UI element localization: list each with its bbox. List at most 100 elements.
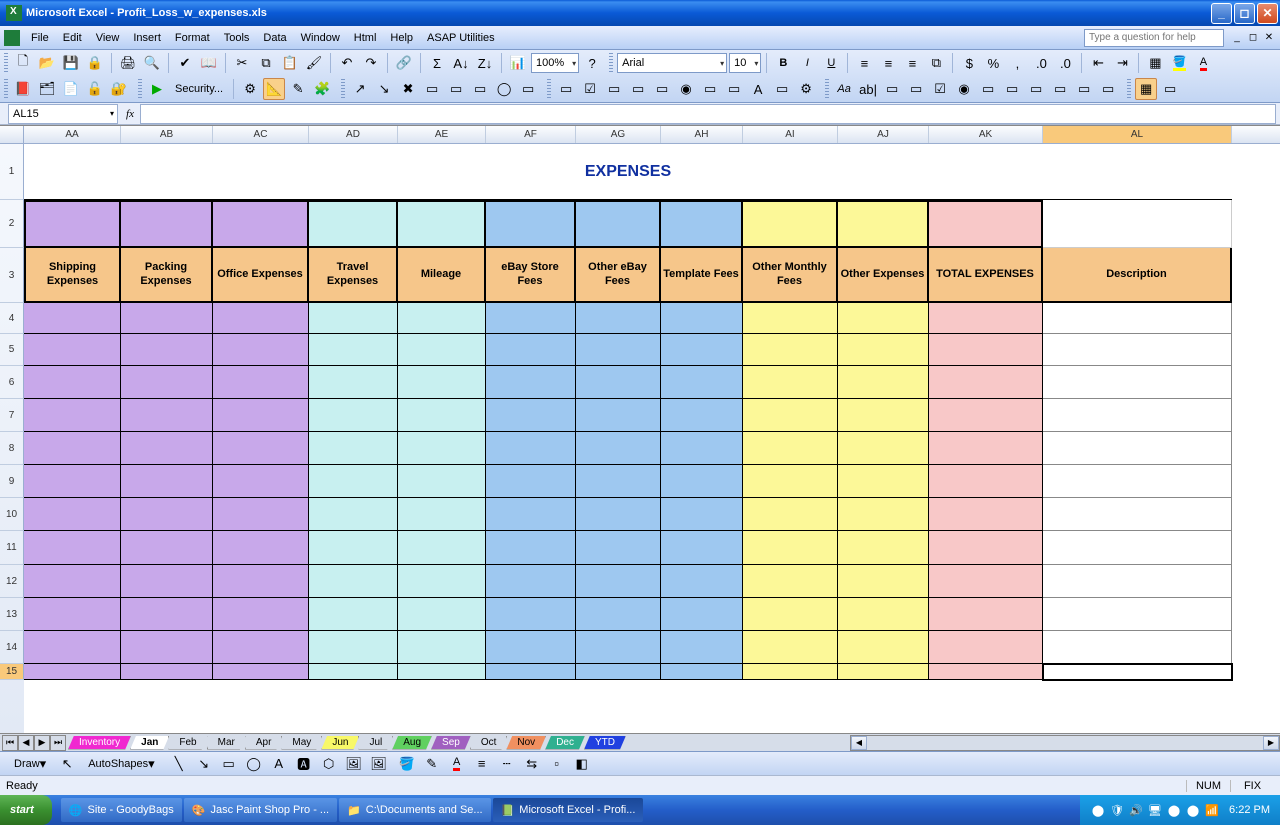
scroll-left-button[interactable]: ◀ <box>851 736 867 750</box>
cell[interactable] <box>1043 366 1232 399</box>
column-header[interactable]: AA <box>24 126 121 143</box>
cell[interactable] <box>838 664 929 680</box>
column-header[interactable]: AG <box>576 126 661 143</box>
sheet-tab-jul[interactable]: Jul <box>358 736 393 750</box>
control-button[interactable]: ab| <box>857 78 879 100</box>
menu-edit[interactable]: Edit <box>56 30 89 46</box>
select-objects-button[interactable]: ↖ <box>56 753 78 775</box>
column-header[interactable]: AE <box>398 126 486 143</box>
font-combo[interactable]: Arial <box>617 53 727 73</box>
control-button[interactable]: ▭ <box>1097 78 1119 100</box>
row-header[interactable]: 13 <box>0 598 24 631</box>
research-button[interactable]: 📖 <box>198 52 220 74</box>
formula-input[interactable] <box>140 104 1276 124</box>
addin-button[interactable]: ▭ <box>1159 78 1181 100</box>
cell[interactable] <box>398 531 486 565</box>
addin-button[interactable]: 🗂 <box>36 78 58 100</box>
cell[interactable] <box>1043 200 1232 248</box>
design-mode-button[interactable]: 📐 <box>263 78 285 100</box>
sheet-tab-inventory[interactable]: Inventory <box>68 736 131 750</box>
toolbar-grip[interactable] <box>341 79 345 99</box>
tray-icon[interactable]: ⬤ <box>1090 802 1106 818</box>
row-header[interactable]: 5 <box>0 334 24 366</box>
cell[interactable] <box>486 598 576 631</box>
cell[interactable] <box>121 200 213 248</box>
sort-desc-button[interactable]: Z↓ <box>474 52 496 74</box>
redo-button[interactable]: ↷ <box>360 52 382 74</box>
cell[interactable] <box>929 432 1043 465</box>
control-button[interactable]: ▭ <box>1025 78 1047 100</box>
cell[interactable] <box>213 366 309 399</box>
rectangle-button[interactable]: ▭ <box>218 753 240 775</box>
cell[interactable] <box>743 366 838 399</box>
column-header-cell[interactable]: Other eBay Fees <box>576 248 661 303</box>
tab-nav-first[interactable]: ⏮ <box>2 735 18 751</box>
form-button[interactable]: ▭ <box>627 78 649 100</box>
maximize-button[interactable]: ◻ <box>1234 3 1255 24</box>
row-header[interactable]: 3 <box>0 248 24 303</box>
cell[interactable] <box>24 531 121 565</box>
cell[interactable] <box>24 565 121 598</box>
cell[interactable] <box>838 399 929 432</box>
cell[interactable] <box>24 303 121 334</box>
menu-tools[interactable]: Tools <box>217 30 257 46</box>
cell[interactable] <box>24 465 121 498</box>
column-header[interactable]: AI <box>743 126 838 143</box>
cell[interactable] <box>576 531 661 565</box>
cell[interactable] <box>743 598 838 631</box>
form-button[interactable]: ▭ <box>651 78 673 100</box>
decrease-indent-button[interactable]: ⇤ <box>1087 52 1109 74</box>
fill-color-button[interactable]: 🪣 <box>1168 52 1190 74</box>
cell[interactable] <box>398 598 486 631</box>
cell[interactable] <box>309 565 398 598</box>
sheet-tab-oct[interactable]: Oct <box>470 736 508 750</box>
align-center-button[interactable]: ≡ <box>877 52 899 74</box>
cell[interactable] <box>929 498 1043 531</box>
sheet-tab-may[interactable]: May <box>281 736 322 750</box>
cell[interactable] <box>838 366 929 399</box>
cell[interactable] <box>486 465 576 498</box>
tray-icon[interactable]: 🔊 <box>1128 802 1144 818</box>
scroll-right-button[interactable]: ▶ <box>1263 736 1279 750</box>
tray-icon[interactable]: ⬤ <box>1166 802 1182 818</box>
menu-file[interactable]: File <box>24 30 56 46</box>
control-button[interactable]: ☑ <box>929 78 951 100</box>
cell[interactable] <box>398 366 486 399</box>
cell[interactable] <box>398 303 486 334</box>
cell[interactable] <box>838 465 929 498</box>
close-button[interactable]: ✕ <box>1257 3 1278 24</box>
diagram-button[interactable]: ⬡ <box>318 753 340 775</box>
font-color-button[interactable]: A <box>1192 52 1214 74</box>
toolbar-grip[interactable] <box>1127 79 1131 99</box>
column-header[interactable]: AB <box>121 126 213 143</box>
cell[interactable] <box>661 432 743 465</box>
clipart-button[interactable]: 🖼 <box>343 753 365 775</box>
autosum-button[interactable]: Σ <box>426 52 448 74</box>
cell[interactable] <box>486 631 576 664</box>
comma-button[interactable]: , <box>1006 52 1028 74</box>
form-button[interactable]: ▭ <box>771 78 793 100</box>
menu-view[interactable]: View <box>89 30 127 46</box>
column-header-cell[interactable]: Travel Expenses <box>309 248 398 303</box>
sort-asc-button[interactable]: A↓ <box>450 52 472 74</box>
cell[interactable] <box>213 631 309 664</box>
trace-button[interactable]: ↗ <box>349 78 371 100</box>
trace-button[interactable]: ↘ <box>373 78 395 100</box>
cell[interactable] <box>24 366 121 399</box>
cell[interactable] <box>213 432 309 465</box>
menu-insert[interactable]: Insert <box>126 30 168 46</box>
cell[interactable] <box>576 366 661 399</box>
cell[interactable] <box>213 334 309 366</box>
line-color-button[interactable]: ✎ <box>421 753 443 775</box>
control-button[interactable]: ▭ <box>977 78 999 100</box>
autoshapes-menu[interactable]: AutoShapes ▾ <box>81 753 161 775</box>
addin-button[interactable]: 🔓 <box>84 78 106 100</box>
cell[interactable] <box>486 531 576 565</box>
cell[interactable] <box>661 631 743 664</box>
cell[interactable] <box>213 200 309 248</box>
paste-button[interactable]: 📋 <box>279 52 301 74</box>
cell[interactable] <box>486 432 576 465</box>
format-painter-button[interactable]: 🖌 <box>303 52 325 74</box>
tray-icon[interactable]: 🛡 <box>1109 802 1125 818</box>
vba-button[interactable]: ⚙ <box>239 78 261 100</box>
